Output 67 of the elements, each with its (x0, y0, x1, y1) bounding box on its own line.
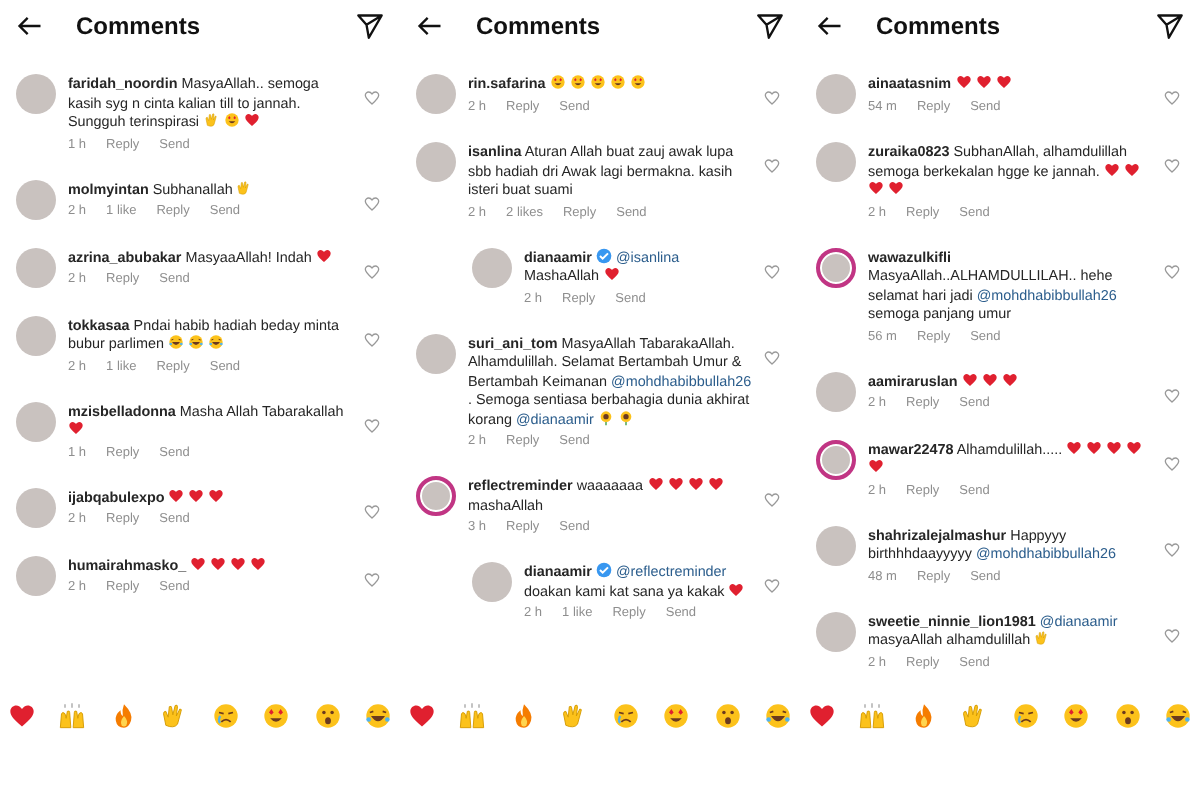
crying-face-icon[interactable] (1011, 702, 1040, 730)
heart-eyes-emoji-icon (609, 74, 626, 90)
laughing-emoji-icon (167, 334, 184, 350)
heart-icon (603, 266, 620, 282)
heart-outline-icon[interactable] (1164, 158, 1180, 174)
raised-hands-icon[interactable] (858, 702, 887, 730)
surprised-face-icon[interactable] (1113, 702, 1142, 730)
raised-hands-icon[interactable] (58, 702, 87, 730)
heart-outline-icon[interactable] (364, 331, 380, 347)
heart-outline-icon[interactable] (764, 578, 780, 594)
laughing-emoji-icon[interactable] (363, 702, 392, 730)
laughing-emoji-icon (207, 334, 224, 350)
heart-outline-icon[interactable] (364, 90, 380, 106)
heart-outline-icon[interactable] (364, 263, 380, 279)
heart-icon[interactable] (808, 702, 836, 730)
heart-outline-icon[interactable] (764, 492, 780, 508)
heart-icon (243, 112, 260, 128)
laughing-emoji-icon (187, 334, 204, 350)
avatar[interactable] (416, 476, 456, 516)
paper-plane-icon[interactable] (356, 12, 384, 40)
heart-outline-icon[interactable] (1164, 90, 1180, 106)
heart-eyes-emoji-icon[interactable] (662, 702, 691, 730)
screen-title: Comments (876, 12, 1003, 40)
back-arrow-icon[interactable] (416, 12, 444, 40)
heart-icon[interactable] (408, 702, 436, 730)
heart-outline-icon[interactable] (1164, 455, 1180, 471)
surprised-face-icon[interactable] (713, 702, 742, 730)
heart-outline-icon[interactable] (764, 349, 780, 365)
paper-plane-icon[interactable] (1156, 12, 1184, 40)
heart-icon[interactable] (8, 702, 36, 730)
heart-outline-icon[interactable] (764, 263, 780, 279)
heart-outline-icon[interactable] (764, 90, 780, 106)
heart-outline-icon[interactable] (1164, 541, 1180, 557)
heart-outline-icon[interactable] (364, 571, 380, 587)
heart-outline-icon[interactable] (1164, 627, 1180, 643)
heart-eyes-emoji-icon (629, 74, 646, 90)
crying-face-icon[interactable] (211, 702, 240, 730)
sunflower-icon (617, 409, 634, 425)
heart-eyes-emoji-icon (589, 74, 606, 90)
heart-outline-icon[interactable] (764, 158, 780, 174)
heart-outline-icon[interactable] (1164, 263, 1180, 279)
crying-face-icon[interactable] (611, 702, 640, 730)
screen-title: Comments (76, 12, 203, 40)
heart-outline-icon[interactable] (364, 503, 380, 519)
screen-title: Comments (476, 12, 603, 40)
heart-icon (315, 247, 332, 263)
heart-eyes-emoji-icon (549, 74, 566, 90)
laughing-emoji-icon[interactable] (763, 702, 792, 730)
heart-eyes-emoji-icon[interactable] (262, 702, 291, 730)
heart-icon (68, 420, 84, 436)
back-arrow-icon[interactable] (816, 12, 844, 40)
heart-outline-icon[interactable] (364, 195, 380, 211)
heart-eyes-emoji-icon[interactable] (1062, 702, 1091, 730)
heart-outline-icon[interactable] (1164, 387, 1180, 403)
surprised-face-icon[interactable] (313, 702, 342, 730)
sunflower-icon (597, 409, 614, 425)
avatar[interactable] (816, 247, 856, 287)
paper-plane-icon[interactable] (756, 12, 784, 40)
heart-outline-icon[interactable] (364, 417, 380, 433)
back-arrow-icon[interactable] (16, 12, 44, 40)
heart-icon (868, 458, 884, 474)
heart-eyes-emoji-icon (223, 112, 240, 128)
avatar[interactable] (816, 439, 856, 479)
raised-hands-icon[interactable] (458, 702, 487, 730)
laughing-emoji-icon[interactable] (1163, 702, 1192, 730)
heart-icon (728, 581, 745, 597)
heart-eyes-emoji-icon (569, 74, 586, 90)
